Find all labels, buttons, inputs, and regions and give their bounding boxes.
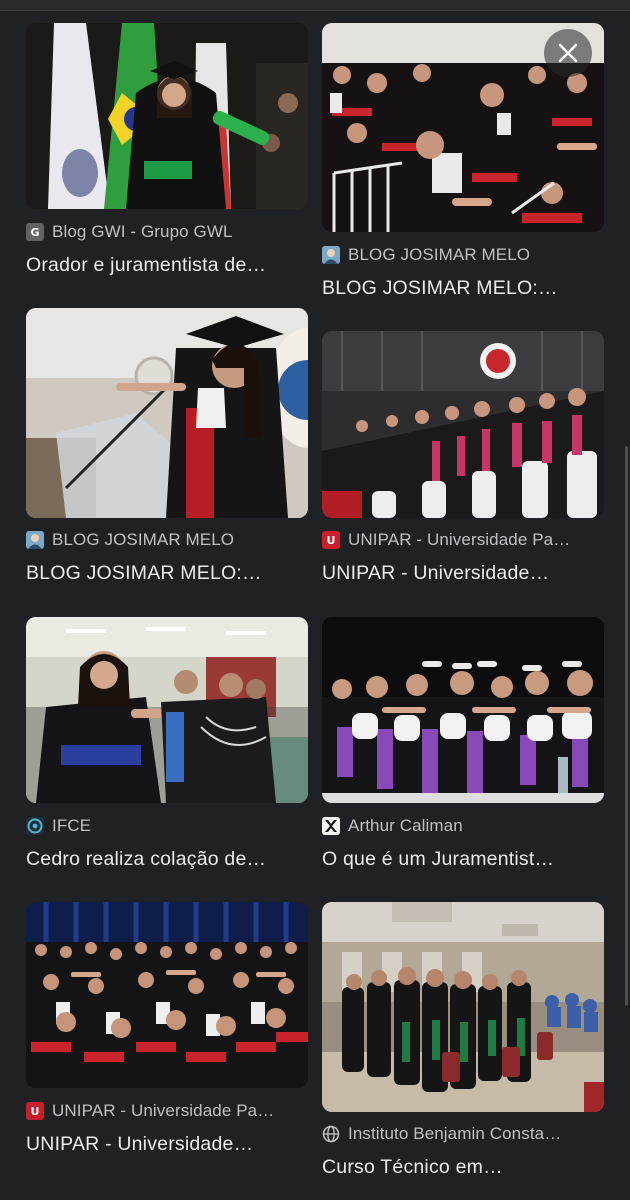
result-title[interactable]: BLOG JOSIMAR MELO:…: [322, 277, 604, 300]
result-source[interactable]: IFCE: [26, 816, 308, 836]
result-thumbnail[interactable]: [322, 331, 604, 518]
avatar-favicon-icon: [322, 246, 340, 264]
result-title[interactable]: Curso Técnico em…: [322, 1156, 604, 1179]
source-label: Instituto Benjamin Consta…: [348, 1124, 562, 1143]
result-thumbnail[interactable]: [26, 308, 308, 518]
result-title[interactable]: Orador e juramentista de…: [26, 254, 308, 277]
result-thumbnail[interactable]: [26, 902, 308, 1088]
result-thumbnail[interactable]: [26, 23, 308, 209]
source-label: BLOG JOSIMAR MELO: [348, 245, 531, 264]
result-source[interactable]: BLOG JOSIMAR MELO: [26, 530, 308, 550]
image-result-card[interactable]: Instituto Benjamin Consta… Curso Técnico…: [322, 902, 604, 1182]
result-thumbnail[interactable]: [26, 617, 308, 803]
source-label: IFCE: [52, 816, 92, 835]
result-title[interactable]: O que é um Juramentist…: [322, 848, 604, 871]
source-label: Blog GWI - Grupo GWL: [52, 222, 233, 241]
avatar-favicon-icon: [26, 531, 44, 549]
source-label: BLOG JOSIMAR MELO: [52, 530, 235, 549]
image-result-card[interactable]: Arthur Caliman O que é um Juramentist…: [322, 617, 604, 872]
source-label: UNIPAR - Universidade Pa…: [348, 530, 571, 549]
image-result-card[interactable]: IFCE Cedro realiza colação de…: [26, 617, 308, 872]
close-icon: [558, 43, 578, 63]
unipar-favicon-icon: U: [322, 531, 340, 549]
result-source[interactable]: Arthur Caliman: [322, 816, 604, 836]
source-label: Arthur Caliman: [348, 816, 463, 835]
unipar-favicon-icon: U: [26, 1102, 44, 1120]
close-button[interactable]: [544, 29, 592, 77]
result-source[interactable]: U UNIPAR - Universidade Pa…: [322, 530, 604, 550]
result-source[interactable]: U UNIPAR - Universidade Pa…: [26, 1101, 308, 1121]
image-results-page: G Blog GWI - Grupo GWL Orador e jurament…: [0, 0, 630, 1200]
result-source[interactable]: Instituto Benjamin Consta…: [322, 1124, 604, 1144]
scrollbar[interactable]: [622, 10, 630, 1200]
source-label: UNIPAR - Universidade Pa…: [52, 1101, 275, 1120]
result-title[interactable]: UNIPAR - Universidade…: [26, 1133, 308, 1156]
result-source[interactable]: BLOG JOSIMAR MELO: [322, 245, 604, 265]
g-letter-favicon-icon: G: [26, 223, 44, 241]
arthur-favicon-icon: [322, 817, 340, 835]
image-result-card[interactable]: U UNIPAR - Universidade Pa… UNIPAR - Uni…: [322, 331, 604, 589]
scrollbar-thumb[interactable]: [625, 446, 628, 1006]
result-thumbnail[interactable]: [322, 902, 604, 1112]
result-title[interactable]: UNIPAR - Universidade…: [322, 562, 604, 585]
result-thumbnail[interactable]: [322, 617, 604, 803]
ifce-favicon-icon: [26, 817, 44, 835]
result-source[interactable]: G Blog GWI - Grupo GWL: [26, 222, 308, 242]
image-result-card[interactable]: G Blog GWI - Grupo GWL Orador e jurament…: [26, 23, 308, 283]
image-result-card[interactable]: BLOG JOSIMAR MELO BLOG JOSIMAR MELO:…: [26, 308, 308, 588]
result-title[interactable]: Cedro realiza colação de…: [26, 848, 308, 871]
top-bar: [0, 0, 630, 11]
image-result-card[interactable]: U UNIPAR - Universidade Pa… UNIPAR - Uni…: [26, 902, 308, 1166]
result-title[interactable]: BLOG JOSIMAR MELO:…: [26, 562, 308, 585]
globe-favicon-icon: [322, 1125, 340, 1143]
